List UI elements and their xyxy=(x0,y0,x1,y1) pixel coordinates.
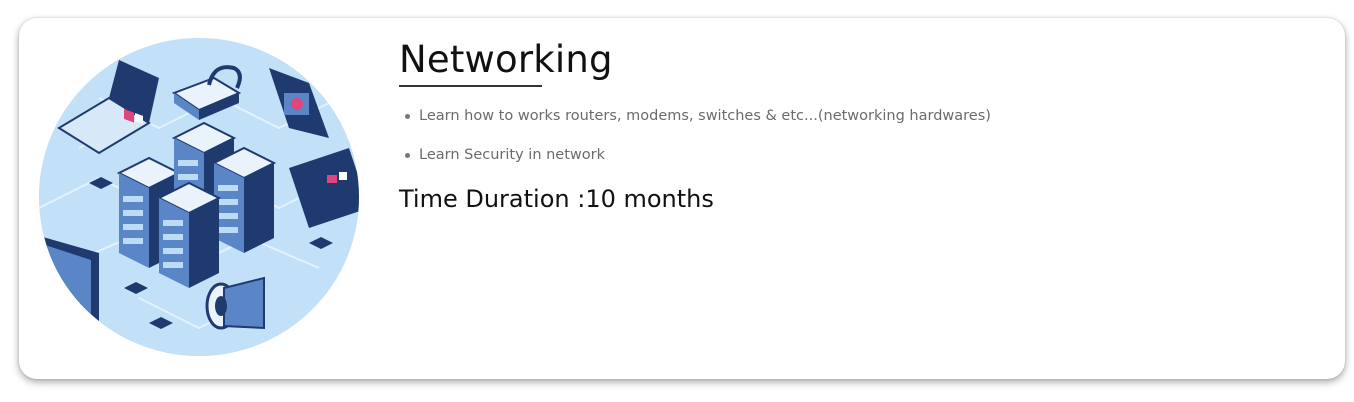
course-card: Networking Learn how to works routers, m… xyxy=(19,18,1345,379)
course-title: Networking xyxy=(399,38,613,81)
list-item-text: Learn how to works routers, modems, swit… xyxy=(419,108,991,124)
network-illustration-icon xyxy=(39,38,359,356)
course-points-list: Learn how to works routers, modems, swit… xyxy=(399,106,991,165)
list-item: Learn how to works routers, modems, swit… xyxy=(399,106,991,126)
title-underline xyxy=(399,85,542,87)
course-details: Networking Learn how to works routers, m… xyxy=(399,38,991,214)
duration-value: 10 months xyxy=(585,185,714,213)
time-duration: Time Duration :10 months xyxy=(399,184,991,214)
list-item: Learn Security in network xyxy=(399,145,991,165)
bullet-icon xyxy=(405,114,410,119)
list-item-text: Learn Security in network xyxy=(419,147,606,163)
duration-label: Time Duration : xyxy=(399,185,586,213)
bullet-icon xyxy=(405,153,410,158)
